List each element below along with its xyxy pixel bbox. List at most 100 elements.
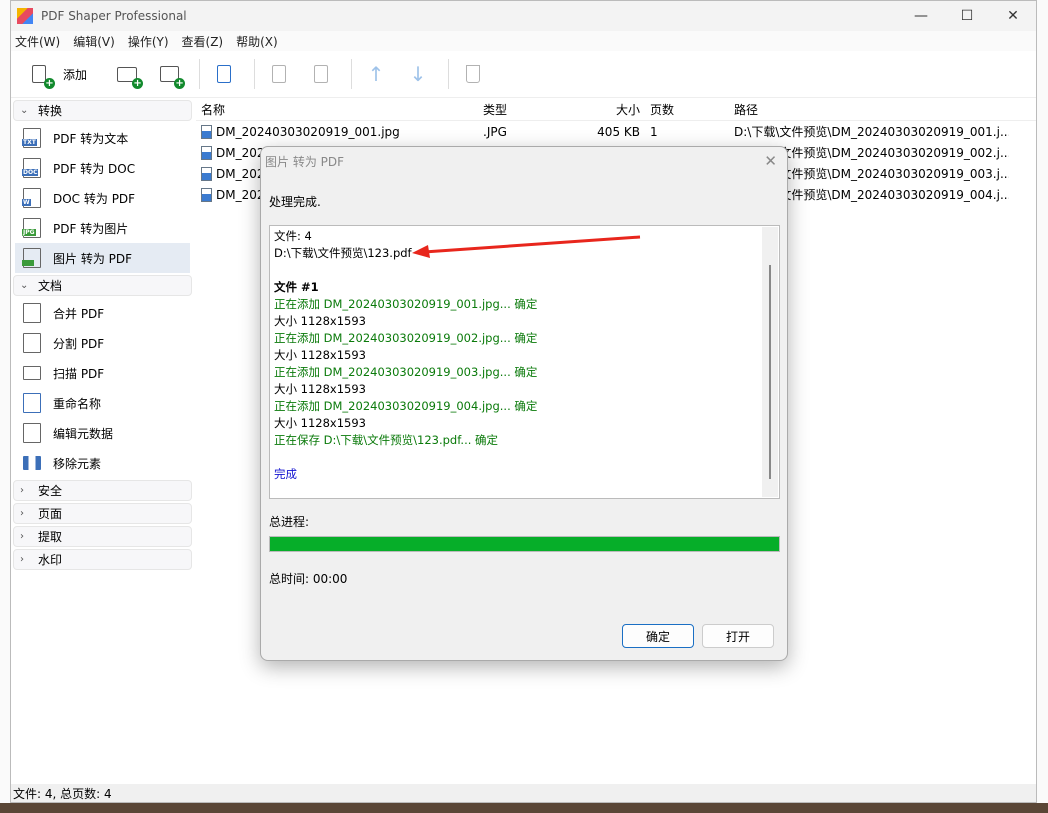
file-search-icon	[272, 65, 287, 83]
close-button[interactable]: ✕	[990, 8, 1036, 24]
menu-view[interactable]: 查看(Z)	[182, 33, 224, 50]
log-line: 完成	[274, 467, 297, 481]
menu-action[interactable]: 操作(Y)	[128, 33, 169, 50]
menu-edit[interactable]: 编辑(V)	[73, 33, 115, 50]
preview-button[interactable]	[261, 56, 297, 92]
item-label: 编辑元数据	[53, 426, 114, 441]
sidebar-item-split-pdf[interactable]: 分割 PDF	[15, 328, 190, 358]
sidebar-item-pdf-to-text[interactable]: TXT PDF 转为文本	[15, 123, 190, 153]
cell-text: D:\下载\文件预览\DM_20240303020919_001.j...	[734, 125, 1009, 139]
cell-text: 1	[650, 124, 658, 139]
group-label: 文档	[38, 279, 63, 293]
log-line: 正在添加 DM_20240303020919_003.jpg... 确定	[274, 365, 538, 379]
group-document[interactable]: ⌄ 文档	[13, 275, 192, 296]
group-label: 安全	[38, 484, 63, 498]
column-type[interactable]: 类型	[478, 98, 561, 120]
log-line: 文件 #1	[274, 280, 319, 294]
log-line: 正在添加 DM_20240303020919_001.jpg... 确定	[274, 297, 538, 311]
window-title: PDF Shaper Professional	[41, 9, 187, 23]
menu-file[interactable]: 文件(W)	[15, 33, 60, 50]
chevron-right-icon: ›	[20, 485, 24, 496]
menu-help[interactable]: 帮助(X)	[236, 33, 278, 50]
sidebar-item-pdf-to-image[interactable]: JPG PDF 转为图片	[15, 213, 190, 243]
move-up-button[interactable]: ↑	[358, 56, 394, 92]
menu-bar: 文件(W) 编辑(V) 操作(Y) 查看(Z) 帮助(X)	[11, 31, 1036, 51]
dialog-close-icon[interactable]: ✕	[764, 152, 777, 170]
txt-file-icon: TXT	[22, 128, 41, 148]
add-label[interactable]: 添加	[63, 66, 87, 83]
sidebar-item-pdf-to-doc[interactable]: DOC PDF 转为 DOC	[15, 153, 190, 183]
cell: D:\下载\文件预览\DM_20240303020919_001.j...	[729, 121, 1009, 142]
group-security[interactable]: › 安全	[13, 480, 192, 501]
minimize-button[interactable]: —	[898, 8, 944, 24]
image-file-icon	[201, 124, 212, 139]
add-image-button[interactable]: +	[151, 56, 187, 92]
sidebar-item-merge-pdf[interactable]: 合并 PDF	[15, 298, 190, 328]
paste-button[interactable]	[206, 56, 242, 92]
log-line: 正在添加 DM_20240303020919_004.jpg... 确定	[274, 399, 538, 413]
column-size[interactable]: 大小	[561, 98, 645, 120]
chevron-down-icon: ⌄	[20, 105, 29, 116]
move-down-button[interactable]: ↓	[400, 56, 436, 92]
delete-button[interactable]	[455, 56, 491, 92]
sidebar-item-edit-metadata[interactable]: 编辑元数据	[15, 418, 190, 448]
image-file-icon	[201, 166, 212, 181]
sidebar-item-rename[interactable]: 重命名称	[15, 388, 190, 418]
toolbar-separator	[448, 59, 450, 89]
item-label: 扫描 PDF	[53, 366, 105, 381]
item-label: 分割 PDF	[53, 336, 105, 351]
item-label: PDF 转为 DOC	[53, 161, 136, 176]
group-pages[interactable]: › 页面	[13, 503, 192, 524]
log-line: 大小 1128x1593	[274, 348, 366, 362]
doc-file-icon: DOC	[22, 158, 41, 178]
item-label: PDF 转为图片	[53, 221, 129, 236]
log-line: 大小 1128x1593	[274, 382, 366, 396]
chevron-right-icon: ›	[20, 554, 24, 565]
sidebar-item-image-to-pdf[interactable]: 图片 转为 PDF	[15, 243, 190, 273]
group-extract[interactable]: › 提取	[13, 526, 192, 547]
item-label: DOC 转为 PDF	[53, 191, 136, 206]
sidebar-item-doc-to-pdf[interactable]: W DOC 转为 PDF	[15, 183, 190, 213]
cell-text: 405 KB	[597, 124, 640, 139]
item-label: 重命名称	[53, 396, 102, 411]
toolbar-separator	[199, 59, 201, 89]
info-button[interactable]	[303, 56, 339, 92]
chevron-right-icon: ›	[20, 508, 24, 519]
table-header: 名称 类型 大小 页数 路径	[196, 98, 1036, 121]
image-file-icon	[201, 187, 212, 202]
rename-icon	[23, 393, 41, 413]
merge-icon	[23, 303, 41, 323]
metadata-edit-icon	[23, 423, 41, 443]
cell: 1	[645, 121, 729, 142]
chevron-down-icon: ⌄	[20, 280, 29, 291]
column-pages[interactable]: 页数	[645, 98, 729, 120]
group-convert[interactable]: ⌄ 转换	[13, 100, 192, 121]
group-label: 提取	[38, 530, 63, 544]
sidebar-item-remove-elements[interactable]: 移除元素	[15, 448, 190, 478]
add-file-button[interactable]: +	[21, 56, 57, 92]
log-line: 正在添加 DM_20240303020919_002.jpg... 确定	[274, 331, 538, 345]
group-label: 页面	[38, 507, 63, 521]
log-scrollbar[interactable]	[762, 227, 778, 497]
item-label: PDF 转为文本	[53, 131, 129, 146]
jpg-file-icon: JPG	[22, 218, 41, 238]
toolbar-separator	[351, 59, 353, 89]
word-file-icon: W	[22, 188, 41, 208]
toolbar: + 添加 + + ↑ ↓	[11, 51, 1036, 98]
ok-button[interactable]: 确定	[622, 624, 694, 648]
group-watermark[interactable]: › 水印	[13, 549, 192, 570]
cell: DM_20240303020919_001.jpg	[196, 121, 478, 142]
maximize-button[interactable]: ☐	[944, 8, 990, 24]
column-path[interactable]: 路径	[729, 98, 1009, 120]
cell: 405 KB	[561, 121, 645, 142]
remove-elements-icon	[23, 456, 41, 470]
sidebar-item-scan-pdf[interactable]: 扫描 PDF	[15, 358, 190, 388]
title-bar: PDF Shaper Professional — ☐ ✕	[11, 1, 1036, 31]
table-row[interactable]: DM_20240303020919_001.jpg .JPG 405 KB 1 D:\下…	[196, 121, 1036, 142]
progress-label: 总进程:	[269, 515, 310, 529]
open-button[interactable]: 打开	[702, 624, 774, 648]
file-info-icon	[314, 65, 329, 83]
add-folder-button[interactable]: +	[109, 56, 145, 92]
column-name[interactable]: 名称	[196, 98, 478, 120]
